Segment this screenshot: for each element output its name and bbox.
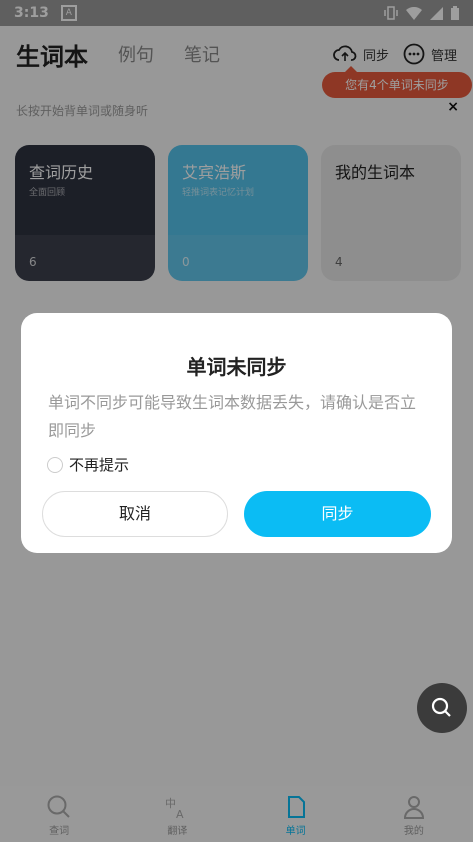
sync-dialog: 单词未同步 单词不同步可能导致生词本数据丢失，请确认是否立即同步 不再提示 取消…	[21, 313, 452, 553]
sync-confirm-button[interactable]: 同步	[244, 491, 431, 537]
dialog-message: 单词不同步可能导致生词本数据丢失，请确认是否立即同步	[48, 393, 417, 440]
checkbox-label: 不再提示	[69, 456, 130, 474]
cancel-button[interactable]: 取消	[42, 491, 228, 537]
search-fab[interactable]	[417, 683, 467, 733]
dialog-title: 单词未同步	[186, 355, 287, 379]
dont-remind-checkbox[interactable]: 不再提示	[47, 454, 129, 475]
search-icon	[431, 697, 451, 717]
radio-circle-icon	[47, 456, 63, 473]
